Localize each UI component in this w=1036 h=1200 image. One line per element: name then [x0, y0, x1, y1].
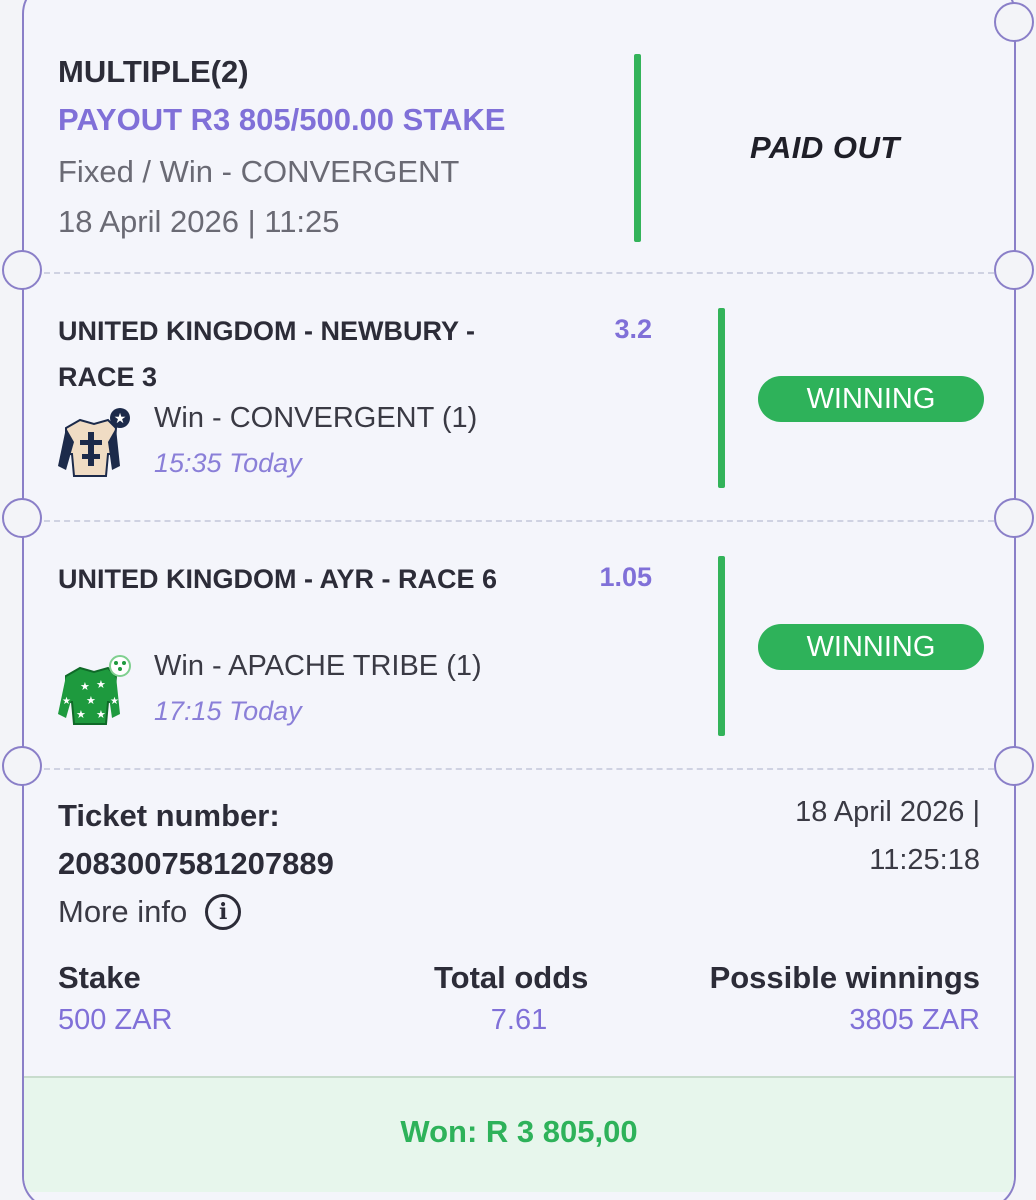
paid-out-status: PAID OUT [750, 130, 900, 165]
leg-odds: 3.2 [614, 314, 652, 344]
possible-winnings-label: Possible winnings [709, 960, 980, 995]
status-divider [718, 556, 725, 736]
won-banner: Won: R 3 805,00 [24, 1076, 1014, 1192]
race-name: UNITED KINGDOM - AYR - RACE 6 [58, 564, 498, 594]
svg-text:★: ★ [96, 678, 106, 691]
total-odds-value: 7.61 [490, 1004, 548, 1036]
won-amount: Won: R 3 805,00 [400, 1114, 638, 1149]
bet-ticket-card: MULTIPLE(2) PAYOUT R3 805/500.00 STAKE F… [22, 0, 1016, 1200]
ticket-number: 2083007581207889 [58, 846, 334, 881]
section-divider [44, 520, 994, 522]
status-divider [718, 308, 725, 488]
svg-text:★: ★ [80, 680, 90, 693]
info-icon: i [205, 894, 242, 930]
svg-text:★: ★ [76, 708, 86, 721]
payout-summary: PAYOUT R3 805/500.00 STAKE [58, 102, 506, 137]
ticket-datetime: 18 April 2026 | 11:25:18 [795, 788, 980, 884]
ticket-notch [2, 250, 42, 290]
race-name: UNITED KINGDOM - NEWBURY - RACE 3 [58, 316, 475, 392]
winning-badge: WINNING [758, 624, 984, 670]
jockey-silk-cream-navy-icon: ★ [54, 406, 134, 482]
leg-odds: 1.05 [599, 562, 652, 592]
svg-text:★: ★ [86, 694, 96, 707]
selection-name: Win - APACHE TRIBE (1) [154, 650, 482, 682]
race-time: 15:35 Today [154, 448, 302, 478]
selection-name: Win - CONVERGENT (1) [154, 402, 478, 434]
ticket-time: 11:25:18 [869, 844, 980, 876]
section-divider [44, 768, 994, 770]
race-time: 17:15 Today [154, 696, 302, 726]
bet-type-title: MULTIPLE(2) [58, 54, 249, 89]
ticket-notch [2, 746, 42, 786]
bet-detail: Fixed / Win - CONVERGENT [58, 154, 460, 189]
svg-text:★: ★ [62, 696, 71, 707]
svg-text:★: ★ [110, 696, 119, 707]
winning-badge: WINNING [758, 376, 984, 422]
possible-winnings-value: 3805 ZAR [849, 1004, 980, 1036]
ticket-notch [994, 746, 1034, 786]
ticket-notch [994, 250, 1034, 290]
ticket-notch [994, 498, 1034, 538]
more-info-link[interactable]: More info i [58, 894, 242, 930]
stake-label: Stake [58, 960, 141, 995]
ticket-date: 18 April 2026 | [795, 796, 980, 828]
status-divider [634, 54, 641, 242]
ticket-notch [2, 498, 42, 538]
ticket-notch [994, 2, 1034, 42]
svg-text:★: ★ [96, 708, 106, 721]
jockey-silk-green-stars-icon: ★ ★ ★ ★ ★ ★ ★ [54, 654, 134, 730]
stake-value: 500 ZAR [58, 1004, 173, 1036]
svg-text:★: ★ [114, 411, 127, 427]
total-odds-label: Total odds [434, 960, 589, 995]
section-divider [44, 272, 994, 274]
bet-datetime: 18 April 2026 | 11:25 [58, 204, 340, 239]
ticket-number-label: Ticket number: [58, 798, 280, 833]
more-info-label: More info [58, 894, 188, 929]
